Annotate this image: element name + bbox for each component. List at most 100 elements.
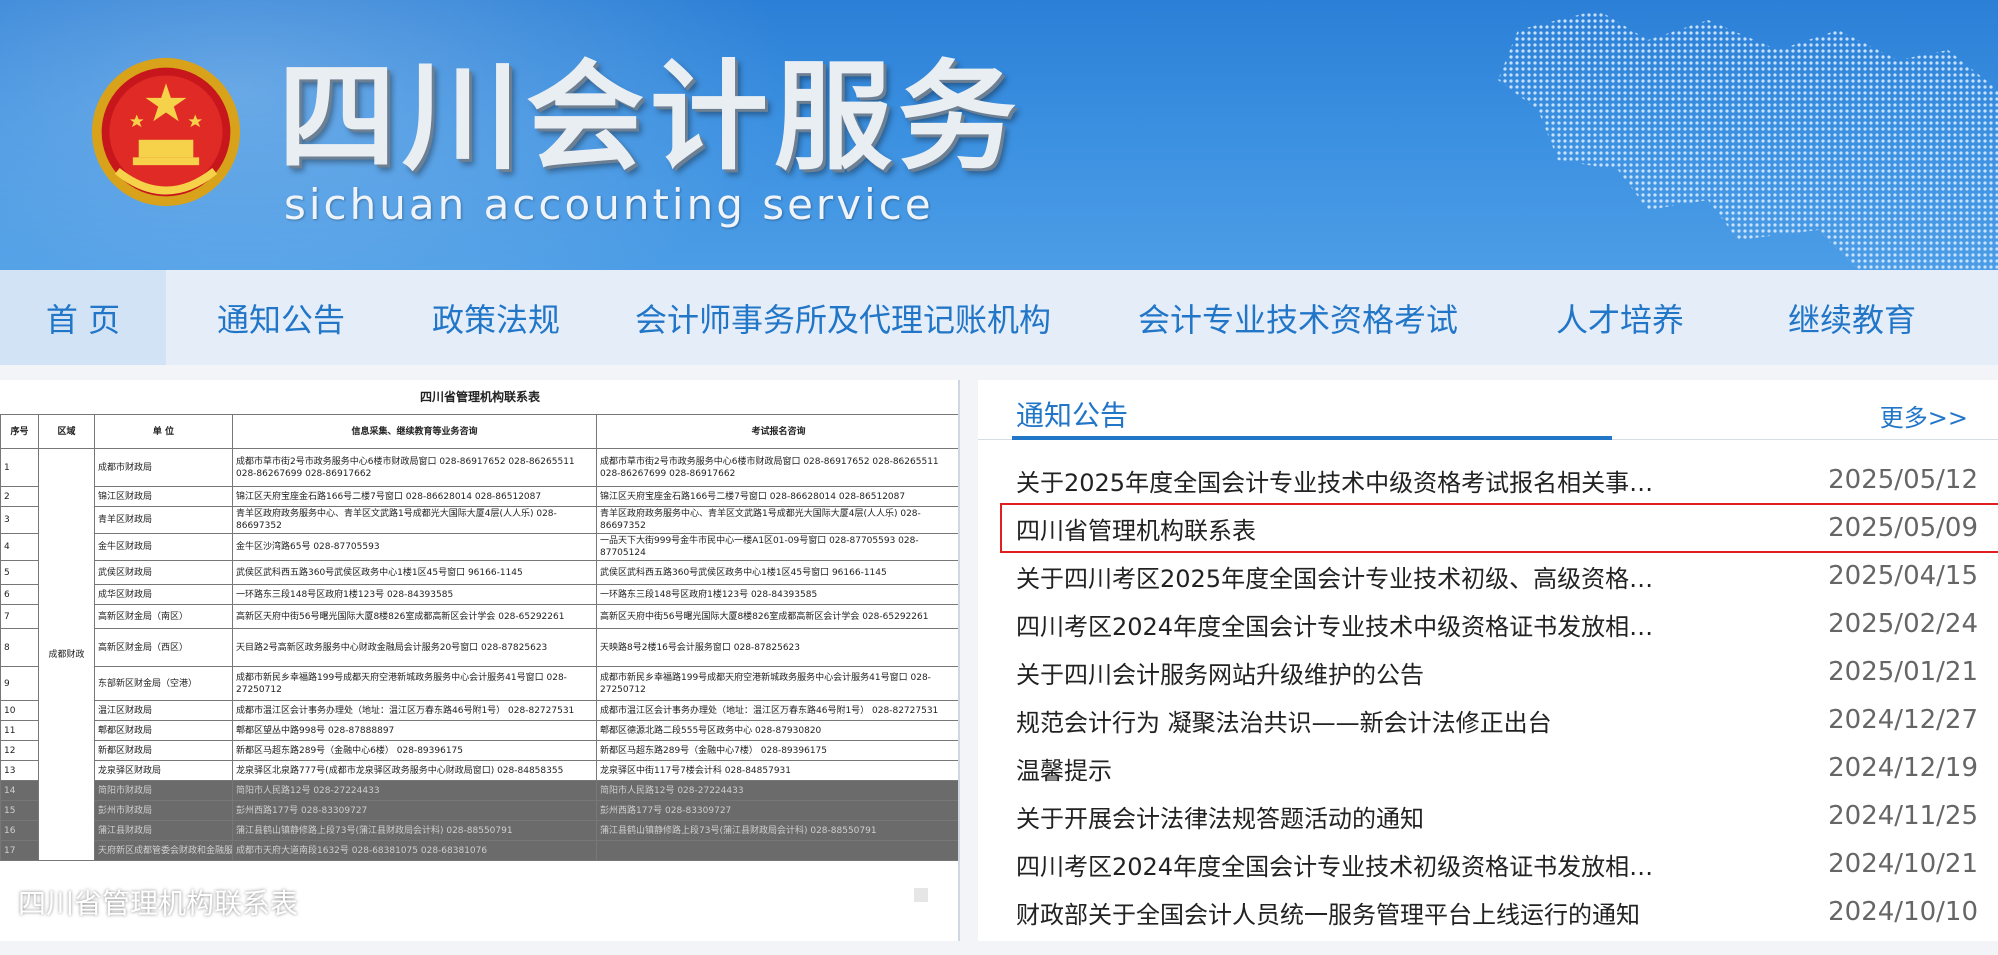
table-row: 4 金牛区财政局 金牛区沙湾路65号 028-87705593 一品天下大街999号金… bbox=[0, 533, 958, 561]
table-cell: 金牛区财政局 bbox=[94, 533, 233, 561]
table-row: 11 郫都区财政局 郫都区望丛中路998号 028-87888897 郫都区德源北路二… bbox=[0, 720, 958, 741]
slider-caption[interactable]: 四川省管理机构联系表 bbox=[18, 882, 298, 922]
table-cell: 一环路东三段148号区政府1楼123号 028-84393585 bbox=[596, 584, 958, 605]
notice-item[interactable]: 关于2025年度全国会计专业技术中级资格考试报名相关事项的... 2025/05/… bbox=[978, 456, 1998, 504]
table-row: 3 青羊区财政局 青羊区政府政务服务中心、青羊区文武路1号成都光大国际大厦4层(人人… bbox=[0, 506, 958, 534]
notice-item-date: 2024/12/27 bbox=[1828, 705, 1978, 735]
table-cell: 8 bbox=[0, 628, 39, 667]
table-cell: 5 bbox=[0, 560, 39, 585]
notice-item-title[interactable]: 四川省管理机构联系表 bbox=[1016, 511, 1676, 546]
table-cell bbox=[596, 840, 958, 861]
notice-item[interactable]: 规范会计行为 凝聚法治共识——新会计法修正出台 2024/12/27 bbox=[978, 696, 1998, 744]
table-cell: 郫都区望丛中路998号 028-87888897 bbox=[232, 720, 597, 741]
site-banner: 四川会计服务 sichuan accounting service bbox=[0, 0, 1998, 270]
notice-item[interactable]: 四川考区2024年度全国会计专业技术中级资格证书发放相关事... 2025/02/… bbox=[978, 600, 1998, 648]
table-cell: 成都市新民乡幸福路199号成都天府空港新城政务服务中心会计服务41号窗口 028… bbox=[596, 666, 958, 701]
table-cell: 一品天下大街999号金牛市民中心一楼A1区01-09号窗口 028-877055… bbox=[596, 533, 958, 561]
notice-item[interactable]: 四川省管理机构联系表 2025/05/09 bbox=[978, 503, 1998, 553]
table-cell: 12 bbox=[0, 740, 39, 761]
table-cell: 15 bbox=[0, 800, 39, 821]
notice-item-date: 2025/01/21 bbox=[1828, 657, 1978, 687]
nav-exams[interactable]: 会计专业技术资格考试 bbox=[1090, 270, 1506, 365]
slider-dot[interactable] bbox=[914, 888, 928, 902]
nav-notices[interactable]: 通知公告 bbox=[166, 270, 396, 365]
table-row: 12 新都区财政局 新都区马超东路289号（金融中心6楼） 028-89396175… bbox=[0, 740, 958, 761]
table-cell-region: 成都财政 bbox=[38, 448, 95, 861]
table-row: 14 简阳市财政局 简阳市人民路12号 028-27224433 简阳市人民路12号 … bbox=[0, 780, 958, 801]
notice-item-title[interactable]: 规范会计行为 凝聚法治共识——新会计法修正出台 bbox=[1016, 703, 1676, 738]
notice-item-date: 2024/10/10 bbox=[1828, 897, 1978, 927]
table-cell: 龙泉驿区北泉路777号(成都市龙泉驿区政务服务中心财政局窗口) 028-8485… bbox=[232, 760, 597, 781]
table-row: 17 天府新区成都管委会财政和金融服务局成都市天府大道南段1632号 028-68… bbox=[0, 840, 958, 861]
notice-title[interactable]: 通知公告 bbox=[1016, 394, 1128, 434]
notice-item-date: 2025/04/15 bbox=[1828, 561, 1978, 591]
table-cell: 2 bbox=[0, 486, 39, 507]
table-row: 5 武侯区财政局 武侯区武科西五路360号武侯区政务中心1楼1区45号窗口 9616… bbox=[0, 560, 958, 585]
notice-item[interactable]: 温馨提示 2024/12/19 bbox=[978, 744, 1998, 792]
nav-talent[interactable]: 人才培养 bbox=[1506, 270, 1734, 365]
notice-item-date: 2025/05/12 bbox=[1828, 465, 1978, 495]
table-cell: 成都市温江区会计事务办理处（地址：温江区万春东路46号附1号） 028-8272… bbox=[232, 700, 597, 721]
notice-item-title[interactable]: 四川考区2024年度全国会计专业技术初级资格证书发放相关事... bbox=[1016, 847, 1676, 882]
table-cell: 成都市财政局 bbox=[94, 448, 233, 487]
notice-item[interactable]: 财政部关于全国会计人员统一服务管理平台上线运行的通知 2024/10/10 bbox=[978, 888, 1998, 936]
table-cell: 高新区天府中街56号曙光国际大厦8楼826室成都高新区会计学会 028-6529… bbox=[232, 604, 597, 629]
table-cell: 天映路8号2楼16号会计服务窗口 028-87825623 bbox=[596, 628, 958, 667]
table-cell: 11 bbox=[0, 720, 39, 741]
notice-item-title[interactable]: 关于2025年度全国会计专业技术中级资格考试报名相关事项的... bbox=[1016, 463, 1676, 498]
notice-item-title[interactable]: 四川考区2024年度全国会计专业技术中级资格证书发放相关事... bbox=[1016, 607, 1676, 642]
notice-item-date: 2024/11/25 bbox=[1828, 801, 1978, 831]
nav-policies[interactable]: 政策法规 bbox=[396, 270, 596, 365]
table-cell: 简阳市人民路12号 028-27224433 bbox=[596, 780, 958, 801]
notice-item-title[interactable]: 关于开展会计法律法规答题活动的通知 bbox=[1016, 799, 1676, 834]
table-row: 10 温江区财政局 成都市温江区会计事务办理处（地址：温江区万春东路46号附1号） … bbox=[0, 700, 958, 721]
table-cell: 14 bbox=[0, 780, 39, 801]
notice-item[interactable]: 关于四川考区2025年度全国会计专业技术初级、高级资格考试... 2025/04/… bbox=[978, 552, 1998, 600]
notice-panel: 通知公告 更多>> 关于2025年度全国会计专业技术中级资格考试报名相关事项的.… bbox=[978, 380, 1998, 941]
table-cell: 13 bbox=[0, 760, 39, 781]
table-cell: 蒲江县鹤山镇静修路上段73号(蒲江县财政局会计科) 028-88550791 bbox=[232, 820, 597, 841]
notice-item-title[interactable]: 关于四川考区2025年度全国会计专业技术初级、高级资格考试... bbox=[1016, 559, 1676, 594]
table-cell: 天府新区成都管委会财政和金融服务局 bbox=[94, 840, 233, 861]
table-cell: 17 bbox=[0, 840, 39, 861]
nav-home[interactable]: 首 页 bbox=[0, 270, 166, 365]
site-title-cn: 四川会计服务 bbox=[278, 48, 1023, 186]
table-cell: 彭州市财政局 bbox=[94, 800, 233, 821]
notice-item[interactable]: 关于四川会计服务网站升级维护的公告 2025/01/21 bbox=[978, 648, 1998, 696]
table-cell: 新都区财政局 bbox=[94, 740, 233, 761]
table-cell: 蒲江县鹤山镇静修路上段73号(蒲江县财政局会计科) 028-88550791 bbox=[596, 820, 958, 841]
table-cell: 16 bbox=[0, 820, 39, 841]
table-row: 9 东部新区财金局（空港） 成都市新民乡幸福路199号成都天府空港新城政务服务中心会… bbox=[0, 666, 958, 701]
table-cell: 青羊区政府政务服务中心、青羊区文武路1号成都光大国际大厦4层(人人乐) 028-… bbox=[232, 506, 597, 534]
more-link[interactable]: 更多>> bbox=[1880, 398, 1968, 433]
table-row: 15 彭州市财政局 彭州西路177号 028-83309727 彭州西路177号 02… bbox=[0, 800, 958, 821]
table-cell: 成都市草市街2号市政务服务中心6楼市财政局窗口 028-86917652 028… bbox=[232, 448, 597, 487]
nav-cpe[interactable]: 继续教育 bbox=[1734, 270, 1970, 365]
table-row: 2 锦江区财政局 锦江区天府宝座金石路166号二楼7号窗口 028-86628014… bbox=[0, 486, 958, 507]
nav-firms[interactable]: 会计师事务所及代理记账机构 bbox=[596, 270, 1090, 365]
sichuan-map-graphic bbox=[1498, 10, 1998, 270]
notice-item-date: 2025/05/09 bbox=[1828, 513, 1978, 543]
table-cell: 彭州西路177号 028-83309727 bbox=[232, 800, 597, 821]
notice-item-title[interactable]: 温馨提示 bbox=[1016, 751, 1676, 786]
table-cell: 简阳市人民路12号 028-27224433 bbox=[232, 780, 597, 801]
notice-item-date: 2024/12/19 bbox=[1828, 753, 1978, 783]
table-row: 1 成都财政 成都市财政局 成都市草市街2号市政务服务中心6楼市财政局窗口 028-8… bbox=[0, 448, 958, 861]
table-header: 信息采集、继续教育等业务咨询 bbox=[232, 414, 597, 449]
table-cell: 龙泉驿区财政局 bbox=[94, 760, 233, 781]
notice-item-title[interactable]: 财政部关于全国会计人员统一服务管理平台上线运行的通知 bbox=[1016, 895, 1676, 930]
notice-item-title[interactable]: 关于四川会计服务网站升级维护的公告 bbox=[1016, 655, 1676, 690]
table-cell: 金牛区沙湾路65号 028-87705593 bbox=[232, 533, 597, 561]
notice-item[interactable]: 关于开展会计法律法规答题活动的通知 2024/11/25 bbox=[978, 792, 1998, 840]
table-cell: 武侯区武科西五路360号武侯区政务中心1楼1区45号窗口 96166-1145 bbox=[596, 560, 958, 585]
table-cell: 简阳市财政局 bbox=[94, 780, 233, 801]
table-cell: 高新区天府中街56号曙光国际大厦8楼826室成都高新区会计学会 028-6529… bbox=[596, 604, 958, 629]
doc-title: 四川省管理机构联系表 bbox=[419, 390, 540, 404]
image-slider[interactable]: 四川省管理机构联系表 序号 区域 单 位 信息采集、继续教育等业务咨询 考试报名… bbox=[0, 380, 960, 941]
table-cell: 3 bbox=[0, 506, 39, 534]
notice-item[interactable]: 四川考区2024年度全国会计专业技术初级资格证书发放相关事... 2024/10/… bbox=[978, 840, 1998, 888]
notice-item-date: 2024/10/21 bbox=[1828, 849, 1978, 879]
table-cell: 彭州西路177号 028-83309727 bbox=[596, 800, 958, 821]
table-cell: 新都区马超东路289号（金融中心7楼） 028-89396175 bbox=[596, 740, 958, 761]
table-row: 8 高新区财金局（西区） 天目路2号高新区政务服务中心财政金融局会计服务20号窗口 … bbox=[0, 628, 958, 667]
